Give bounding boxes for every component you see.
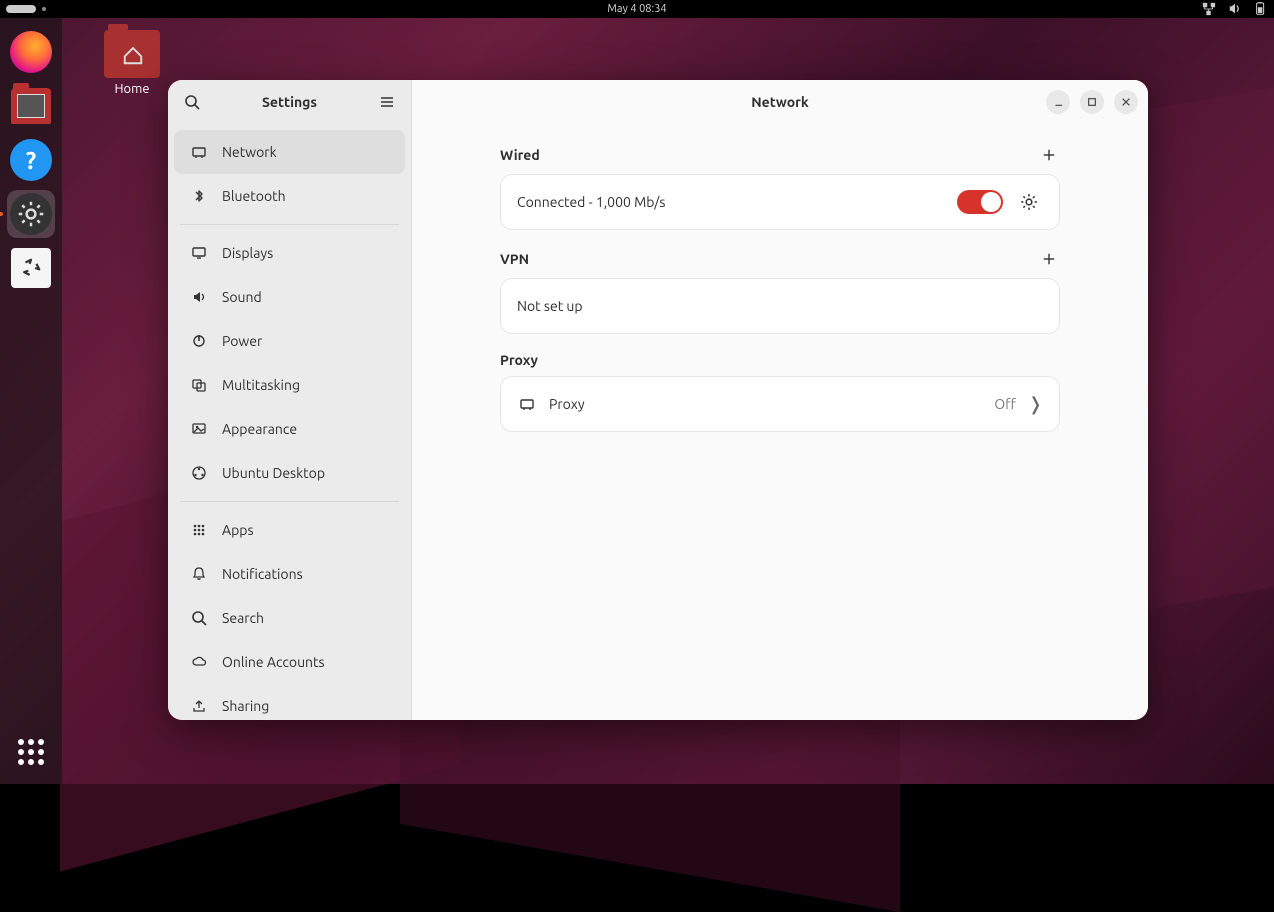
add-wired-button[interactable] (1038, 144, 1060, 166)
sidebar-item-notifications[interactable]: Notifications (174, 552, 405, 596)
sidebar-item-label: Power (222, 333, 262, 349)
proxy-icon (517, 396, 537, 412)
firefox-icon (10, 31, 52, 73)
desktop-icon-home[interactable]: Home (104, 30, 160, 96)
sidebar-item-label: Network (222, 144, 277, 160)
top-bar: May 4 08:34 (0, 0, 1274, 18)
wired-card: Connected - 1,000 Mb/s (500, 174, 1060, 230)
sidebar-item-label: Sound (222, 289, 262, 305)
sidebar-item-sound[interactable]: Sound (174, 275, 405, 319)
trash-icon (11, 248, 51, 288)
vpn-status: Not set up (517, 298, 1043, 314)
sidebar-title: Settings (206, 94, 373, 110)
sidebar-item-label: Search (222, 610, 264, 626)
clock[interactable]: May 4 08:34 (607, 3, 666, 15)
vpn-card: Not set up (500, 278, 1060, 334)
dock-item-settings[interactable] (7, 190, 55, 238)
sidebar-item-ubuntu-desktop[interactable]: Ubuntu Desktop (174, 451, 405, 495)
sidebar-item-search[interactable]: Search (174, 596, 405, 640)
sidebar-item-online-accounts[interactable]: Online Accounts (174, 640, 405, 684)
network-icon (190, 144, 208, 160)
appearance-icon (190, 421, 208, 437)
proxy-row-label: Proxy (549, 396, 982, 412)
section-title-proxy: Proxy (500, 352, 538, 368)
ubuntu-desktop-icon (190, 465, 208, 481)
sidebar-item-apps[interactable]: Apps (174, 508, 405, 552)
minimize-button[interactable] (1046, 90, 1070, 114)
sound-icon (190, 289, 208, 305)
settings-window: Settings Network Bluetooth Displays Sound Po… (168, 80, 1148, 720)
activities-area[interactable] (6, 5, 46, 13)
close-button[interactable] (1114, 90, 1138, 114)
sidebar-item-power[interactable]: Power (174, 319, 405, 363)
sidebar-item-multitasking[interactable]: Multitasking (174, 363, 405, 407)
sidebar-item-label: Sharing (222, 698, 269, 714)
proxy-card: Proxy Off ❭ (500, 376, 1060, 432)
sidebar-item-label: Online Accounts (222, 654, 325, 670)
dock-show-apps[interactable] (7, 728, 55, 776)
apps-icon (190, 522, 208, 538)
settings-content: Network Wired Connected - 1,000 Mb/s (412, 80, 1148, 720)
add-vpn-button[interactable] (1038, 248, 1060, 270)
section-title-wired: Wired (500, 147, 540, 163)
sidebar-menu-button[interactable] (373, 88, 401, 116)
sidebar-item-label: Notifications (222, 566, 303, 582)
sidebar-item-appearance[interactable]: Appearance (174, 407, 405, 451)
sidebar-search-button[interactable] (178, 88, 206, 116)
wired-status: Connected - 1,000 Mb/s (517, 194, 945, 210)
wired-settings-button[interactable] (1015, 188, 1043, 216)
multitasking-icon (190, 377, 208, 393)
displays-icon (190, 245, 208, 261)
volume-tray-icon[interactable] (1228, 2, 1242, 16)
sidebar-separator (180, 501, 399, 502)
sidebar-item-label: Ubuntu Desktop (222, 465, 325, 481)
wired-toggle[interactable] (957, 190, 1003, 214)
search-icon (190, 610, 208, 626)
bluetooth-icon (190, 188, 208, 204)
sharing-icon (190, 698, 208, 714)
sidebar-item-displays[interactable]: Displays (174, 231, 405, 275)
sidebar-item-label: Bluetooth (222, 188, 286, 204)
dock-item-help[interactable]: ? (7, 136, 55, 184)
dock-item-trash[interactable] (7, 244, 55, 292)
sidebar-item-label: Multitasking (222, 377, 300, 393)
sidebar-item-network[interactable]: Network (174, 130, 405, 174)
section-title-vpn: VPN (500, 251, 529, 267)
files-icon (11, 88, 51, 124)
sidebar-item-label: Appearance (222, 421, 297, 437)
dock-item-files[interactable] (7, 82, 55, 130)
power-icon (190, 333, 208, 349)
notifications-icon (190, 566, 208, 582)
desktop-icon-label: Home (114, 82, 149, 96)
proxy-value: Off (994, 396, 1016, 412)
folder-home-icon (104, 30, 160, 78)
dock-item-firefox[interactable] (7, 28, 55, 76)
sidebar-item-bluetooth[interactable]: Bluetooth (174, 174, 405, 218)
sidebar-item-sharing[interactable]: Sharing (174, 684, 405, 720)
sidebar-item-label: Apps (222, 522, 254, 538)
sidebar-separator (180, 224, 399, 225)
chevron-right-icon: ❭ (1028, 394, 1043, 415)
apps-grid-icon (18, 739, 44, 765)
dock: ? (0, 18, 62, 784)
sidebar-item-label: Displays (222, 245, 273, 261)
power-tray-icon[interactable] (1254, 2, 1268, 16)
network-tray-icon[interactable] (1202, 2, 1216, 16)
help-icon: ? (10, 139, 52, 181)
maximize-button[interactable] (1080, 90, 1104, 114)
settings-sidebar: Settings Network Bluetooth Displays Sound Po… (168, 80, 412, 720)
content-title: Network (751, 94, 809, 110)
online-accounts-icon (190, 654, 208, 670)
settings-icon (10, 193, 52, 235)
proxy-row[interactable]: Proxy Off ❭ (501, 377, 1059, 431)
